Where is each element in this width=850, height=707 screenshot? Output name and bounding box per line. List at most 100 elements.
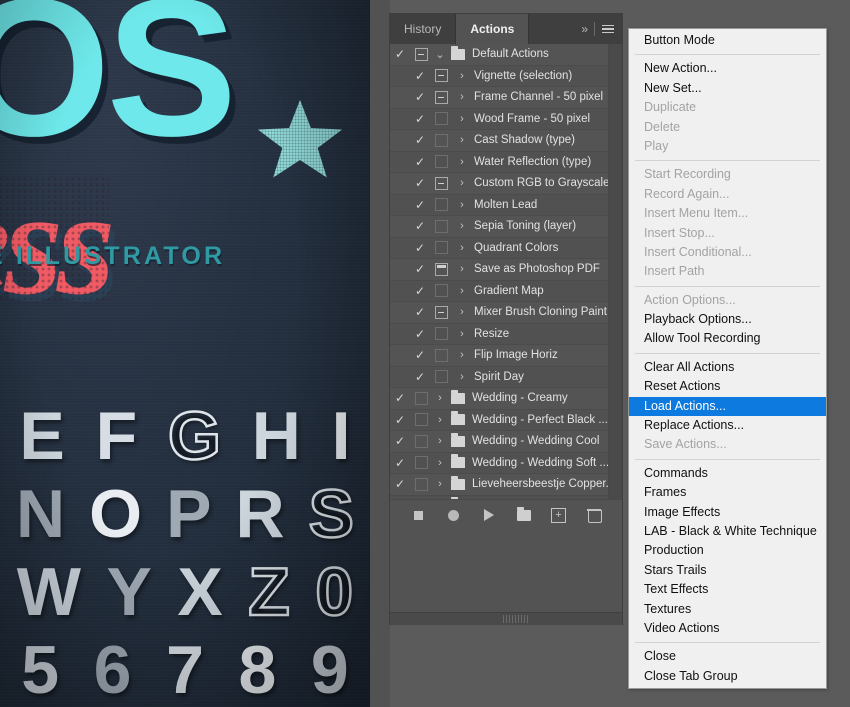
row-enable-checkbox[interactable]: ✓ bbox=[410, 113, 430, 125]
menu-item[interactable]: Image Effects bbox=[629, 503, 826, 522]
menu-item[interactable]: New Action... bbox=[629, 59, 826, 78]
row-expand-arrow-icon[interactable]: › bbox=[432, 478, 448, 490]
tab-history[interactable]: History bbox=[390, 14, 457, 44]
tab-actions[interactable]: Actions bbox=[456, 14, 530, 44]
menu-item[interactable]: Textures bbox=[629, 600, 826, 619]
row-dialog-toggle[interactable] bbox=[430, 305, 452, 319]
action-row[interactable]: ✓ › Gradient Map bbox=[390, 280, 622, 302]
row-dialog-toggle[interactable] bbox=[410, 434, 432, 448]
row-dialog-toggle[interactable] bbox=[410, 47, 432, 61]
row-enable-checkbox[interactable]: ✓ bbox=[410, 328, 430, 340]
menu-item[interactable]: New Set... bbox=[629, 79, 826, 98]
row-enable-checkbox[interactable]: ✓ bbox=[410, 199, 430, 211]
panel-context-menu[interactable]: Button Mode New Action... New Set... Duplic… bbox=[628, 28, 827, 690]
action-row[interactable]: ✓ › Wood Frame - 50 pixel bbox=[390, 108, 622, 130]
menu-item[interactable]: Button Mode bbox=[629, 31, 826, 50]
row-dialog-toggle[interactable] bbox=[430, 155, 452, 169]
menu-item[interactable]: Stars Trails bbox=[629, 561, 826, 580]
row-dialog-toggle[interactable] bbox=[430, 112, 452, 126]
row-expand-arrow-icon[interactable]: › bbox=[452, 371, 472, 383]
row-dialog-toggle[interactable] bbox=[410, 391, 432, 405]
action-row[interactable]: ✓ › Mixer Brush Cloning Paint ... bbox=[390, 302, 622, 324]
row-expand-arrow-icon[interactable]: ⌄ bbox=[432, 48, 448, 61]
menu-item[interactable]: Reset Actions bbox=[629, 377, 826, 396]
row-enable-checkbox[interactable]: ✓ bbox=[390, 435, 410, 447]
row-enable-checkbox[interactable]: ✓ bbox=[410, 70, 430, 82]
row-expand-arrow-icon[interactable]: › bbox=[452, 70, 472, 82]
action-row[interactable]: ✓ › Water Reflection (type) bbox=[390, 151, 622, 173]
menu-item[interactable]: Close bbox=[629, 647, 826, 666]
row-expand-arrow-icon[interactable]: › bbox=[432, 435, 448, 447]
menu-item[interactable]: Load Actions... bbox=[629, 396, 826, 417]
row-expand-arrow-icon[interactable]: › bbox=[452, 328, 472, 340]
panel-menu-icon[interactable] bbox=[602, 24, 614, 34]
row-expand-arrow-icon[interactable]: › bbox=[452, 306, 472, 318]
row-expand-arrow-icon[interactable]: › bbox=[452, 220, 472, 232]
stop-button[interactable] bbox=[411, 507, 427, 523]
row-expand-arrow-icon[interactable]: › bbox=[452, 134, 472, 146]
row-enable-checkbox[interactable]: ✓ bbox=[390, 392, 410, 404]
row-enable-checkbox[interactable]: ✓ bbox=[410, 349, 430, 361]
new-set-button[interactable] bbox=[516, 506, 532, 523]
action-row[interactable]: ✓ › Wedding - Wedding Cool bbox=[390, 431, 622, 453]
menu-item[interactable]: Allow Tool Recording bbox=[629, 329, 826, 348]
row-enable-checkbox[interactable]: ✓ bbox=[410, 242, 430, 254]
row-enable-checkbox[interactable]: ✓ bbox=[410, 371, 430, 383]
horizontal-scrollbar-thumb[interactable] bbox=[503, 615, 529, 623]
menu-item[interactable]: Commands bbox=[629, 464, 826, 483]
row-enable-checkbox[interactable]: ✓ bbox=[390, 48, 410, 60]
action-row[interactable]: ✓ › Molten Lead bbox=[390, 194, 622, 216]
action-row[interactable]: ✓ ⌄ Default Actions bbox=[390, 44, 622, 66]
play-button[interactable] bbox=[481, 507, 497, 523]
action-row[interactable]: ✓ › Vignette (selection) bbox=[390, 65, 622, 87]
new-action-button[interactable]: + bbox=[551, 507, 567, 523]
row-dialog-toggle[interactable] bbox=[430, 176, 452, 190]
row-enable-checkbox[interactable]: ✓ bbox=[410, 156, 430, 168]
row-expand-arrow-icon[interactable]: › bbox=[432, 414, 448, 426]
row-expand-arrow-icon[interactable]: › bbox=[452, 177, 472, 189]
row-expand-arrow-icon[interactable]: › bbox=[452, 91, 472, 103]
row-expand-arrow-icon[interactable]: › bbox=[452, 263, 472, 275]
row-expand-arrow-icon[interactable]: › bbox=[432, 457, 448, 469]
action-row[interactable]: ✓ › Flip Image Horiz bbox=[390, 345, 622, 367]
delete-button[interactable] bbox=[586, 507, 602, 523]
action-row[interactable]: ✓ › Sepia Toning (layer) bbox=[390, 216, 622, 238]
row-enable-checkbox[interactable]: ✓ bbox=[410, 263, 430, 275]
action-row[interactable]: ✓ › Spirit Day bbox=[390, 366, 622, 388]
row-dialog-toggle[interactable] bbox=[430, 241, 452, 255]
row-dialog-toggle[interactable] bbox=[410, 456, 432, 470]
menu-item[interactable]: Video Actions bbox=[629, 619, 826, 638]
row-expand-arrow-icon[interactable]: › bbox=[432, 392, 448, 404]
row-enable-checkbox[interactable]: ✓ bbox=[410, 134, 430, 146]
action-row[interactable]: ✓ › Wedding - Perfect Black ... bbox=[390, 409, 622, 431]
action-row[interactable]: ✓ › Wedding - Creamy bbox=[390, 388, 622, 410]
action-row[interactable]: ✓ › Save as Photoshop PDF bbox=[390, 259, 622, 281]
row-dialog-toggle[interactable] bbox=[430, 348, 452, 362]
row-dialog-toggle[interactable] bbox=[430, 69, 452, 83]
row-expand-arrow-icon[interactable]: › bbox=[452, 113, 472, 125]
row-enable-checkbox[interactable]: ✓ bbox=[410, 177, 430, 189]
row-expand-arrow-icon[interactable]: › bbox=[452, 156, 472, 168]
action-row[interactable]: ✓ › Frame Channel - 50 pixel bbox=[390, 87, 622, 109]
actions-list[interactable]: ✓ ⌄ Default Actions ✓ › Vignette (selection) ✓… bbox=[390, 44, 622, 499]
row-expand-arrow-icon[interactable]: › bbox=[452, 242, 472, 254]
action-row[interactable]: ✓ › Custom RGB to Grayscale bbox=[390, 173, 622, 195]
row-dialog-toggle[interactable] bbox=[430, 133, 452, 147]
vertical-scrollbar[interactable] bbox=[608, 44, 622, 499]
row-dialog-toggle[interactable] bbox=[430, 90, 452, 104]
menu-item[interactable]: Frames bbox=[629, 483, 826, 502]
row-dialog-toggle[interactable] bbox=[410, 413, 432, 427]
action-row[interactable]: ✓ › Lieveheersbeestje Copper... bbox=[390, 474, 622, 496]
row-enable-checkbox[interactable]: ✓ bbox=[390, 478, 410, 490]
row-dialog-toggle[interactable] bbox=[430, 370, 452, 384]
menu-item[interactable]: Production bbox=[629, 541, 826, 560]
row-dialog-toggle[interactable] bbox=[430, 198, 452, 212]
action-row[interactable]: ✓›Typography bbox=[390, 495, 622, 499]
row-enable-checkbox[interactable]: ✓ bbox=[410, 91, 430, 103]
menu-item[interactable]: Playback Options... bbox=[629, 310, 826, 329]
row-expand-arrow-icon[interactable]: › bbox=[452, 349, 472, 361]
row-dialog-toggle[interactable] bbox=[430, 284, 452, 298]
row-dialog-toggle[interactable] bbox=[430, 262, 452, 276]
action-row[interactable]: ✓ › Cast Shadow (type) bbox=[390, 130, 622, 152]
row-enable-checkbox[interactable]: ✓ bbox=[410, 220, 430, 232]
